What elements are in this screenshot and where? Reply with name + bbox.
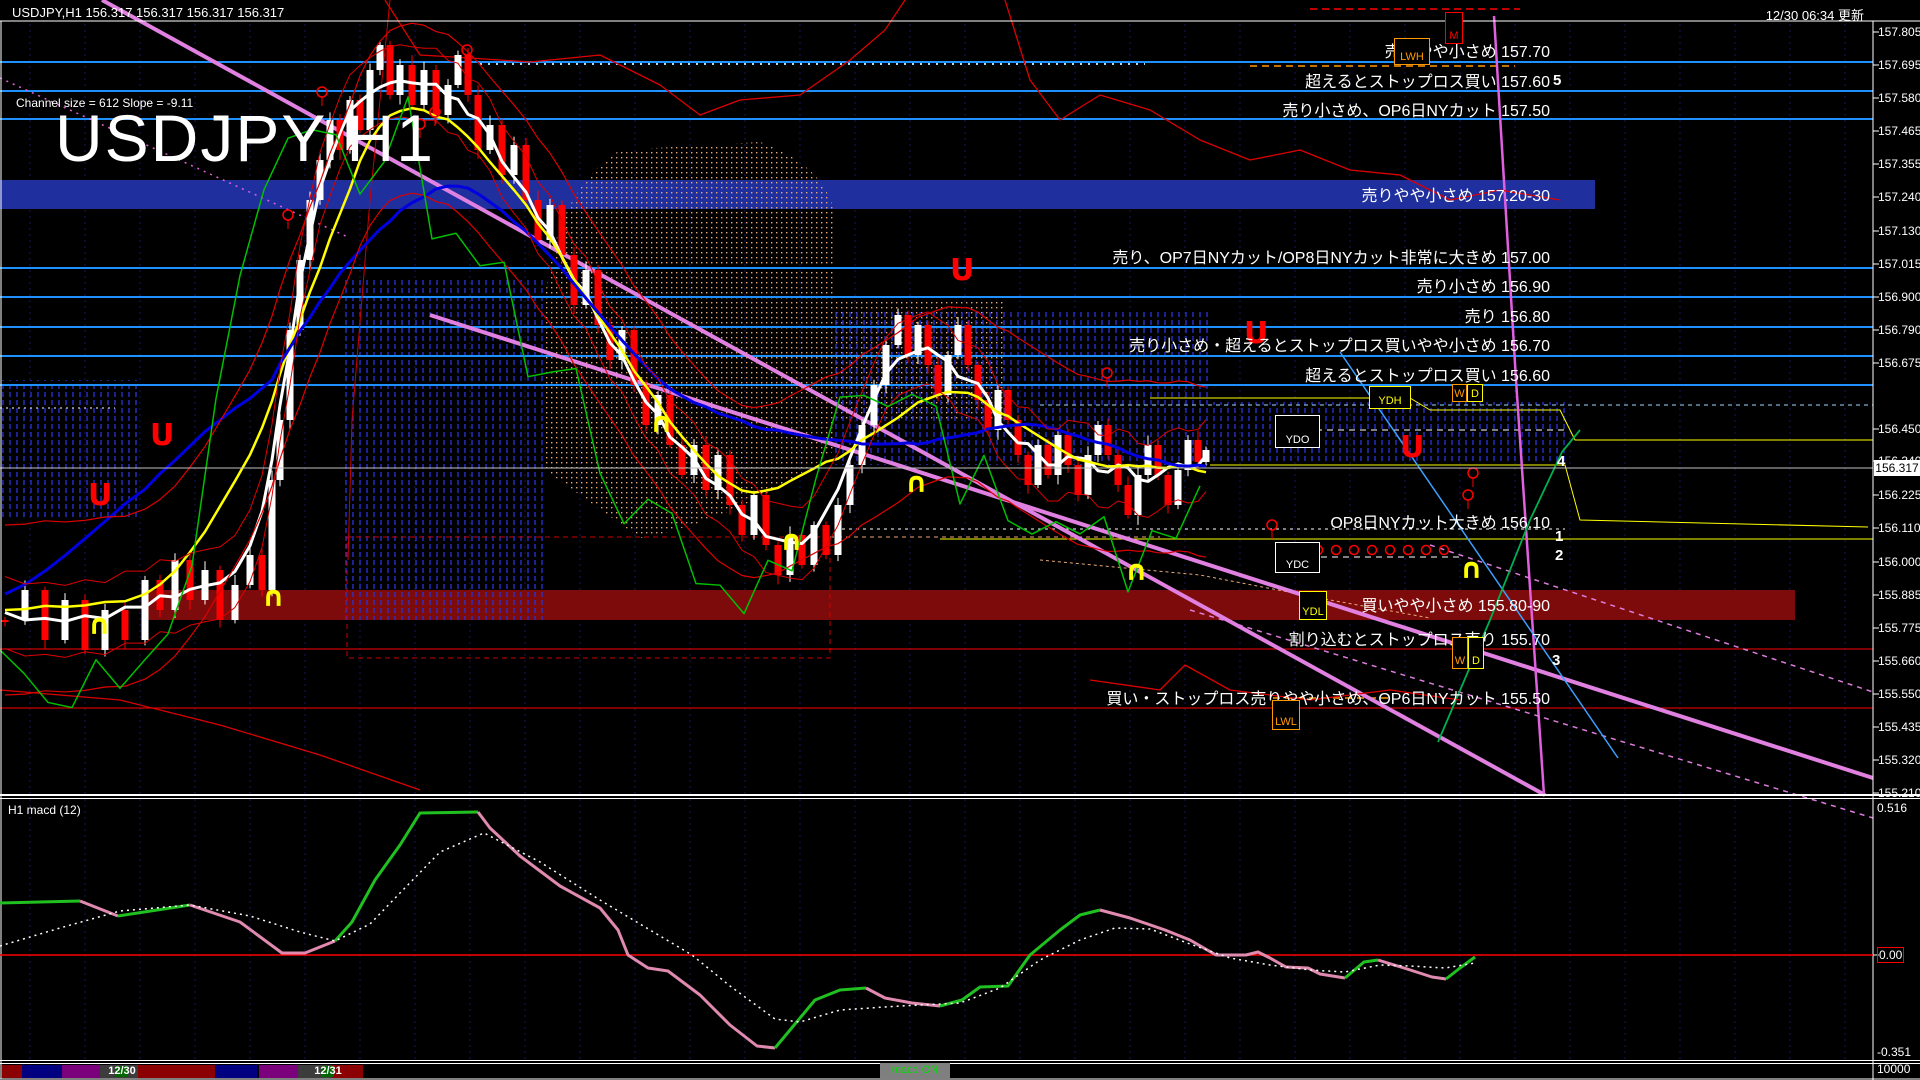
pivot-box-w[interactable]: W	[1452, 384, 1467, 402]
buy-signal-icon: ∩	[1460, 552, 1483, 585]
price-axis-label: 155.775	[1878, 621, 1920, 635]
price-axis-label: 157.015	[1878, 257, 1920, 271]
symbol-quote-bar: USDJPY,H1 156.317 156.317 156.317 156.31…	[12, 5, 284, 20]
buy-signal-icon: ∩	[88, 608, 111, 641]
buy-signal-icon: ∩	[905, 466, 928, 499]
pivot-box-w[interactable]: W	[1452, 637, 1468, 669]
buy-signal-icon: ∩	[650, 406, 673, 439]
level-annotation-157.00[interactable]: 売り、OP7日NYカット/OP8日NYカット非常に大きめ 157.00	[1112, 244, 1550, 268]
pivot-box-lwh[interactable]: LWH	[1394, 38, 1430, 65]
price-axis-label: 157.130	[1878, 224, 1920, 238]
last-update-timestamp: 12/30 06:34 更新	[1766, 5, 1864, 24]
level-annotation-155.50[interactable]: 買い・ストップロス売りやや小さめ、OP6日NYカット 155.50	[1106, 685, 1550, 709]
price-axis-label: 157.580	[1878, 91, 1920, 105]
sell-signal-icon: U	[1400, 430, 1424, 465]
macd-max-value: 0.516	[1877, 801, 1907, 815]
buy-signal-icon: ∩	[262, 580, 285, 613]
level-annotation-156.60[interactable]: 超えるとストップロス買い 156.60	[1305, 362, 1550, 386]
pivot-box-lwl[interactable]: LWL	[1272, 700, 1300, 730]
sell-signal-icon: U	[950, 253, 974, 288]
macd-zero-value: 0.00	[1877, 947, 1904, 963]
level-annotation-155.70[interactable]: 割り込むとストップロス売り 155.70	[1289, 626, 1550, 650]
pivot-box-ydo[interactable]: YDO	[1275, 415, 1320, 448]
symbol-watermark: USDJPY H1	[55, 100, 435, 176]
price-axis-label: 156.225	[1878, 488, 1920, 502]
buy-signal-icon: ∩	[780, 524, 803, 557]
sell-signal-icon: U	[150, 418, 174, 453]
price-axis-label: 155.435	[1878, 720, 1920, 734]
channel-line-number-3: 3	[1552, 652, 1560, 669]
level-annotation-157.50[interactable]: 売り小さめ、OP6日NYカット 157.50	[1282, 97, 1550, 121]
volume-value: 10000	[1877, 1062, 1910, 1076]
buy-signal-icon: ∩	[1125, 554, 1148, 587]
pivot-box-ydh[interactable]: YDH	[1369, 386, 1411, 409]
pivot-box-ydc[interactable]: YDC	[1275, 542, 1320, 573]
price-axis-label: 155.550	[1878, 687, 1920, 701]
level-annotation-157.20-30[interactable]: 売りやや小さめ 157.20-30	[1361, 182, 1550, 206]
macd-indicator-label: H1 macd (12)	[8, 803, 81, 817]
price-axis-label: 155.660	[1878, 654, 1920, 668]
price-axis-label: 155.885	[1878, 588, 1920, 602]
level-annotation-156.70[interactable]: 売り小さめ・超えるとストップロス買いやや小さめ 156.70	[1129, 332, 1550, 356]
channel-line-number-5: 5	[1553, 72, 1561, 89]
channel-line-number-2: 2	[1555, 547, 1563, 564]
trading-chart-window: UUUUU∩∩∩∩∩∩∩ USDJPY,H1 156.317 156.317 1…	[0, 0, 1920, 1080]
price-axis-label: 157.465	[1878, 124, 1920, 138]
level-annotation-155.80-90[interactable]: 買いやや小さめ 155.80-90	[1361, 592, 1550, 616]
price-axis-label: 157.805	[1878, 25, 1920, 39]
price-axis-label: 155.210	[1878, 786, 1920, 800]
channel-line-number-4: 4	[1557, 453, 1565, 470]
pivot-box-d[interactable]: D	[1467, 384, 1483, 402]
timeline-date-12-31: 12/31	[314, 1065, 342, 1077]
macd-min-value: -0.351	[1877, 1045, 1911, 1059]
price-axis-label: 156.900	[1878, 290, 1920, 304]
pivot-box-m[interactable]: M	[1445, 12, 1463, 44]
level-annotation-156.90[interactable]: 売り小さめ 156.90	[1417, 273, 1550, 297]
macd-toggle-button[interactable]: macd ON	[880, 1063, 950, 1078]
level-annotation-157.60[interactable]: 超えるとストップロス買い 157.60	[1305, 68, 1550, 92]
price-axis-label: 156.790	[1878, 323, 1920, 337]
price-axis-label: 157.695	[1878, 58, 1920, 72]
price-axis-label: 156.675	[1878, 356, 1920, 370]
price-axis-label: 155.320	[1878, 753, 1920, 767]
price-axis-label: 156.000	[1878, 555, 1920, 569]
pivot-box-ydl[interactable]: YDL	[1299, 591, 1327, 620]
price-axis-label: 156.110	[1878, 521, 1920, 535]
price-axis-label: 157.240	[1878, 190, 1920, 204]
level-annotation-156.10[interactable]: OP8日NYカット大きめ 156.10	[1330, 509, 1550, 533]
sell-signal-icon: U	[88, 478, 112, 513]
price-axis-label: 156.450	[1878, 422, 1920, 436]
pivot-box-d[interactable]: D	[1468, 637, 1484, 669]
current-price-box: 156.317	[1874, 460, 1920, 476]
price-axis-label: 157.355	[1878, 157, 1920, 171]
level-annotation-156.80[interactable]: 売り 156.80	[1465, 303, 1550, 327]
timeline-date-12-30: 12/30	[108, 1065, 136, 1077]
channel-line-number-1: 1	[1555, 528, 1563, 545]
